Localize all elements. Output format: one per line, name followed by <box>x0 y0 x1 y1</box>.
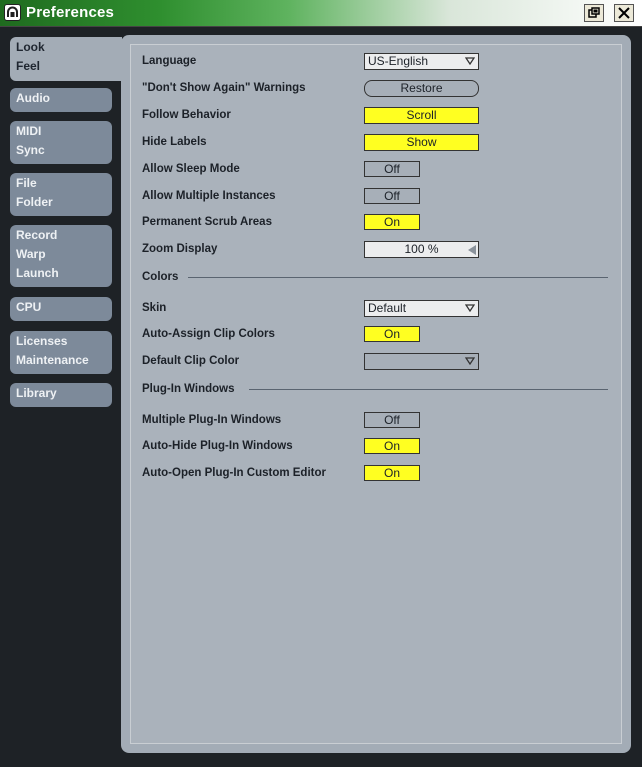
follow-behavior-toggle[interactable]: Scroll <box>364 107 479 124</box>
colors-heading: Colors <box>142 271 179 283</box>
tab-label: Maintenance <box>16 353 89 367</box>
close-button[interactable] <box>614 4 634 22</box>
tab-label: Library <box>16 386 57 400</box>
tab-label: Record <box>16 228 58 242</box>
auto-hide-plugin-toggle[interactable]: On <box>364 438 420 454</box>
hide-labels-label: Hide Labels <box>142 136 207 148</box>
auto-assign-label: Auto-Assign Clip Colors <box>142 328 275 340</box>
language-label: Language <box>142 55 197 67</box>
follow-behavior-label: Follow Behavior <box>142 109 231 121</box>
language-value: US-English <box>368 54 429 68</box>
restore-icon <box>588 7 600 18</box>
scrub-areas-toggle[interactable]: On <box>364 214 420 230</box>
tab-audio[interactable]: Audio <box>10 88 112 112</box>
language-dropdown[interactable]: US-English <box>364 53 479 70</box>
scrub-areas-label: Permanent Scrub Areas <box>142 216 272 228</box>
tab-cpu[interactable]: CPU <box>10 297 112 321</box>
tab-label: Warp <box>16 247 46 261</box>
tab-label: Feel <box>16 59 41 73</box>
skin-value: Default <box>368 301 407 315</box>
tab-label: Licenses <box>16 334 68 348</box>
section-divider <box>249 389 608 390</box>
auto-open-editor-toggle[interactable]: On <box>364 465 420 481</box>
tab-label: File <box>16 176 37 190</box>
sleep-mode-label: Allow Sleep Mode <box>142 163 240 175</box>
multiple-instances-label: Allow Multiple Instances <box>142 190 276 202</box>
sidebar: Look Feel Audio MIDI Sync File Folder Re… <box>0 27 122 767</box>
restore-warnings-button[interactable]: Restore <box>364 80 479 97</box>
tab-midi-sync[interactable]: MIDI Sync <box>10 121 112 164</box>
plugin-windows-heading: Plug-In Windows <box>142 383 235 395</box>
default-clip-color-label: Default Clip Color <box>142 355 240 367</box>
chevron-down-icon <box>465 304 475 312</box>
tab-label: MIDI <box>16 124 42 138</box>
tab-library[interactable]: Library <box>10 383 112 407</box>
multiple-plugin-windows-label: Multiple Plug-In Windows <box>142 414 282 426</box>
multiple-instances-toggle[interactable]: Off <box>364 188 420 204</box>
auto-assign-toggle[interactable]: On <box>364 326 420 342</box>
auto-open-editor-label: Auto-Open Plug-In Custom Editor <box>142 467 326 479</box>
default-clip-color-dropdown[interactable] <box>364 353 479 370</box>
zoom-value: 100 % <box>404 242 439 256</box>
section-divider <box>188 277 608 278</box>
tab-label: CPU <box>16 300 42 314</box>
zoom-slider-icon <box>468 245 476 255</box>
preferences-window: Preferences Look Feel Audio MIDI Sync Fi… <box>0 0 642 767</box>
skin-dropdown[interactable]: Default <box>364 300 479 317</box>
app-logo-icon <box>4 4 21 21</box>
tab-label: Launch <box>16 266 59 280</box>
restore-button[interactable] <box>584 4 604 22</box>
tab-label: Audio <box>16 91 50 105</box>
skin-label: Skin <box>142 302 167 314</box>
hide-labels-toggle[interactable]: Show <box>364 134 479 151</box>
tab-licenses-maintenance[interactable]: Licenses Maintenance <box>10 331 112 374</box>
chevron-down-icon <box>465 357 475 365</box>
tab-look-feel[interactable]: Look Feel <box>10 37 122 81</box>
window-title: Preferences <box>26 4 115 21</box>
tab-label: Sync <box>16 143 45 157</box>
chevron-down-icon <box>465 57 475 65</box>
tab-label: Folder <box>16 195 53 209</box>
tab-file-folder[interactable]: File Folder <box>10 173 112 216</box>
sleep-mode-toggle[interactable]: Off <box>364 161 420 177</box>
zoom-display-label: Zoom Display <box>142 243 218 255</box>
warnings-label: "Don't Show Again" Warnings <box>142 82 306 94</box>
tab-label: Look <box>16 40 45 54</box>
tab-record-warp-launch[interactable]: Record Warp Launch <box>10 225 112 287</box>
zoom-display-field[interactable]: 100 % <box>364 241 479 258</box>
auto-hide-plugin-label: Auto-Hide Plug-In Windows <box>142 440 293 452</box>
multiple-plugin-windows-toggle[interactable]: Off <box>364 412 420 428</box>
close-icon <box>618 7 630 19</box>
title-bar[interactable]: Preferences <box>0 0 642 27</box>
